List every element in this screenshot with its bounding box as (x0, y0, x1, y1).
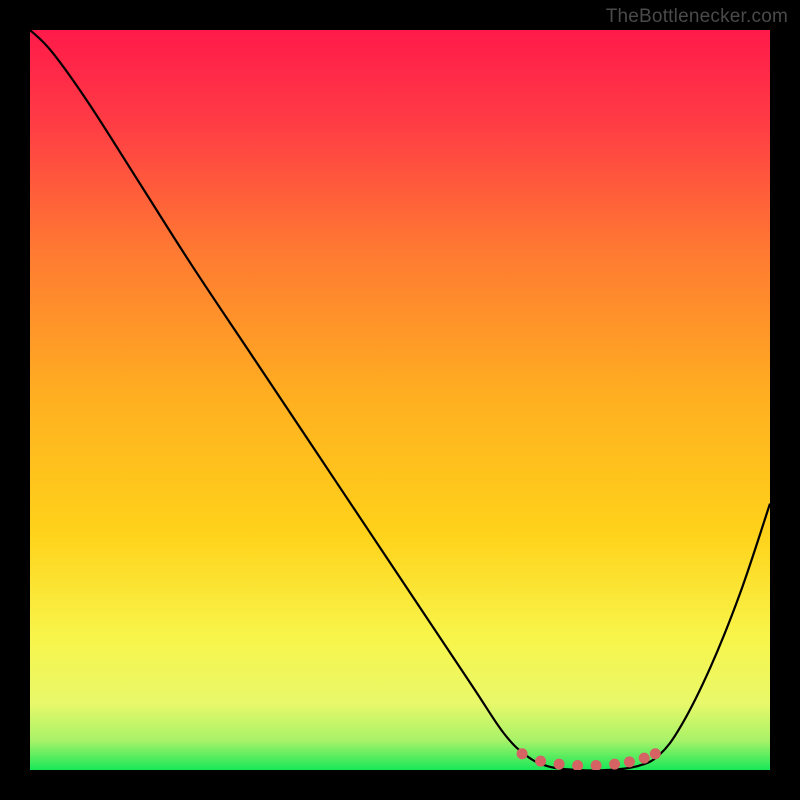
optimal-marker (624, 756, 635, 767)
optimal-marker (609, 759, 620, 770)
optimal-marker (517, 748, 528, 759)
optimal-marker (650, 748, 661, 759)
watermark-text: TheBottlenecker.com (606, 6, 788, 28)
chart-background-gradient (30, 30, 770, 770)
bottleneck-chart (30, 30, 770, 770)
optimal-marker (554, 759, 565, 770)
optimal-marker (639, 753, 650, 764)
optimal-marker (535, 756, 546, 767)
